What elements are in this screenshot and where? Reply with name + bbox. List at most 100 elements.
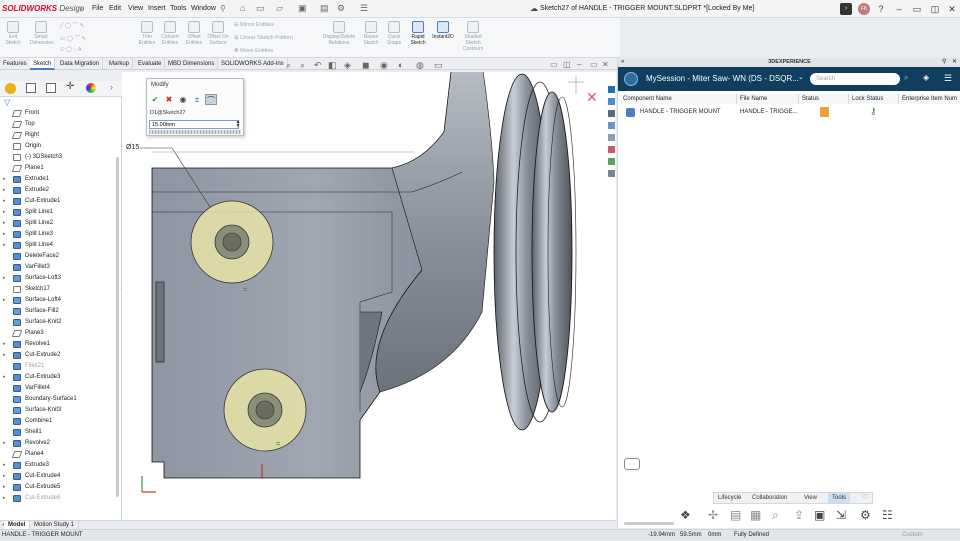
hide-show-icon[interactable]: ◉ (380, 60, 388, 71)
convert-entities-button[interactable]: Convert Entities (159, 20, 181, 46)
menu-window[interactable]: Window (191, 5, 216, 12)
menu-tools[interactable]: Tools (170, 5, 186, 12)
section-view-icon[interactable]: ◧ (328, 60, 337, 71)
rapid-sketch-button[interactable]: Rapid Sketch (407, 20, 429, 46)
expand-arrow-icon[interactable]: ▸ (3, 196, 6, 207)
tab-lifecycle[interactable]: Lifecycle (718, 493, 741, 503)
viewport-tile-icon[interactable]: ◫ (563, 60, 571, 69)
ok-check-icon[interactable]: ✔ (149, 94, 161, 105)
filter-icon[interactable]: ▽ (4, 98, 10, 107)
slot-tools[interactable]: ⬭ ◯ ◌ A (60, 47, 82, 54)
expand-arrow-icon[interactable]: ▸ (3, 207, 6, 218)
task-pane-3dx-icon[interactable] (608, 86, 615, 93)
session-selector[interactable]: MySession - Miter Saw- WN (DS - DSQR... (646, 74, 799, 83)
dimxpert-icon[interactable]: ✛ (66, 81, 74, 92)
tree-item[interactable]: ▸ Cut-Extrude3 (0, 372, 118, 383)
display-manager-icon[interactable] (86, 83, 96, 93)
view-settings-icon[interactable]: ▭ (434, 60, 443, 71)
expand-arrow-icon[interactable]: › (80, 4, 88, 14)
tree-item[interactable]: ▸ Split Line3 (0, 229, 118, 240)
tree-item[interactable]: ▸ Split Line2 (0, 218, 118, 229)
tree-item[interactable]: Sketch17 (0, 284, 118, 295)
viewport-minimize-icon[interactable]: – (577, 60, 581, 69)
edit-appearance-icon[interactable]: ◐ (398, 60, 403, 70)
help-icon[interactable]: ? (875, 3, 887, 15)
model-view[interactable]: = = ✕ (122, 63, 616, 520)
expand-arrow-icon[interactable]: ▸ (3, 240, 6, 251)
viewport-maximize-icon[interactable]: ▭ (590, 60, 598, 69)
tool-configure-icon[interactable]: ☷ (882, 508, 893, 522)
open-folder-icon[interactable]: ▱ (276, 3, 283, 14)
tool-upload-icon[interactable]: ⇪ (794, 508, 804, 522)
view-orientation-icon[interactable]: ◈ (344, 60, 351, 71)
expand-arrow-icon[interactable]: ▸ (3, 273, 6, 284)
task-pane-resources-icon[interactable] (608, 98, 615, 105)
configuration-manager-icon[interactable] (46, 83, 56, 93)
task-pane-custom-props-icon[interactable] (608, 158, 615, 165)
dimension-diameter-label[interactable]: Ø15 (126, 144, 139, 151)
collapse-pane-icon[interactable]: » (621, 58, 624, 67)
zoom-to-fit-icon[interactable]: ⌕ (286, 60, 291, 71)
menu-view[interactable]: View (128, 5, 143, 12)
save-icon[interactable]: ▣ (298, 3, 307, 14)
platform-compass-icon[interactable] (624, 72, 638, 86)
tree-item[interactable]: ▸ Cut-Extrude5 (0, 482, 118, 493)
shaded-sketch-contours-button[interactable]: Shaded Sketch Contours (460, 20, 486, 52)
menu-insert[interactable]: Insert (148, 5, 166, 12)
tool-assembly-icon[interactable]: ❖ (680, 508, 691, 522)
zoom-area-icon[interactable]: ⌕ (300, 60, 305, 71)
new-document-icon[interactable]: ▭ (256, 3, 265, 14)
feature-manager-icon[interactable] (5, 83, 16, 94)
apply-scene-icon[interactable]: ◍ (416, 60, 424, 71)
mark-for-drawing-icon[interactable]: ⌒ (205, 94, 217, 105)
tab-markup[interactable]: Markup (106, 58, 134, 70)
terminal-icon[interactable]: › (840, 3, 852, 15)
restore-window-icon[interactable]: ▭ (911, 3, 923, 15)
property-manager-icon[interactable] (26, 83, 36, 93)
tab-evaluate[interactable]: Evaluate (135, 58, 166, 70)
task-pane-view-palette-icon[interactable] (608, 134, 615, 141)
tree-item[interactable]: Top (0, 119, 118, 130)
tree-item[interactable]: Front (0, 108, 118, 119)
minimize-ribbon-icon[interactable]: – (893, 3, 905, 15)
tab-view[interactable]: View (804, 493, 817, 503)
user-avatar[interactable]: FK (858, 3, 870, 15)
task-pane-library-icon[interactable] (608, 110, 615, 117)
status-units[interactable]: Custom (902, 530, 923, 541)
tree-item[interactable]: ▸ Revolve1 (0, 339, 118, 350)
tree-item[interactable]: ▸ Split Line4 (0, 240, 118, 251)
expand-arrow-icon[interactable]: ▸ (3, 350, 6, 361)
task-pane-forum-icon[interactable] (608, 170, 615, 177)
panel-expand-chevron-icon[interactable]: › (110, 82, 113, 92)
mirror-entities-button[interactable]: ⊟ Mirror Entities (234, 22, 274, 28)
search-icon[interactable]: ⌕ (904, 73, 908, 83)
rebuild-icon[interactable]: ◉ (177, 94, 189, 105)
repair-sketch-button[interactable]: Repair Sketch (360, 20, 382, 46)
panel-hscrollbar[interactable] (624, 522, 674, 525)
tool-search-icon[interactable]: ⌕ (772, 508, 779, 523)
tool-settings-icon[interactable]: ⚙ (860, 508, 871, 522)
tree-item[interactable]: Fillet21 (0, 361, 118, 372)
tag-icon[interactable]: ◈ (923, 73, 929, 82)
expand-arrow-icon[interactable]: ▸ (3, 460, 6, 471)
tree-item[interactable]: Combine1 (0, 416, 118, 427)
expand-arrow-icon[interactable]: ▸ (3, 295, 6, 306)
tab-sketch[interactable]: Sketch (30, 58, 56, 70)
tool-structure-icon[interactable]: ✢ (708, 508, 718, 522)
task-pane-appearances-icon[interactable] (608, 146, 615, 153)
tree-item[interactable]: ▸ Split Line1 (0, 207, 118, 218)
tree-item[interactable]: Shell1 (0, 427, 118, 438)
close-pane-icon[interactable]: ✕ (952, 58, 957, 67)
trim-entities-button[interactable]: Trim Entities (136, 20, 158, 46)
tree-item[interactable]: ▸ Surface-Loft4 (0, 295, 118, 306)
linear-pattern-button[interactable]: ⊞ Linear Sketch Pattern (234, 35, 293, 41)
col-component-name[interactable]: Component Name (620, 94, 737, 104)
tree-item[interactable]: ▸ Extrude3 (0, 460, 118, 471)
expand-arrow-icon[interactable]: ▸ (3, 471, 6, 482)
print-icon[interactable]: ▤ (320, 3, 329, 14)
dimension-value-input[interactable] (149, 120, 239, 129)
reset-spin-increment-icon[interactable]: ± (191, 94, 203, 105)
offset-entities-button[interactable]: Offset Entities (183, 20, 205, 46)
expand-arrow-icon[interactable]: ▸ (3, 438, 6, 449)
tree-item[interactable]: ▸ Cut-Extrude1 (0, 196, 118, 207)
